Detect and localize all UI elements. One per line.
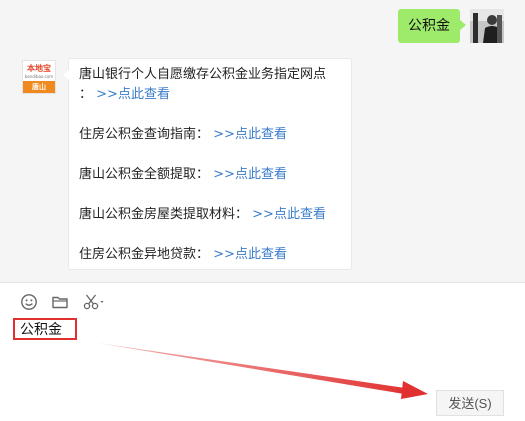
message-line-text: 住房公积金查询指南： xyxy=(79,127,210,142)
message-line-text: 唐山公积金全额提取： xyxy=(79,167,210,182)
incoming-message-bubble: 唐山银行个人自愿缴存公积金业务指定网点 ： >>点此查看 住房公积金查询指南： … xyxy=(63,58,352,270)
view-link[interactable]: >>点此查看 xyxy=(213,247,287,262)
view-link[interactable]: >>点此查看 xyxy=(252,207,326,222)
message-line-2: ： >>点此查看 xyxy=(79,85,170,105)
message-line-text: ： xyxy=(79,87,93,102)
avatar-photo-icon xyxy=(470,9,504,43)
folder-icon[interactable] xyxy=(51,293,69,311)
chat-history: 公积金 本地宝 bendibao.com 唐山 唐山银行个人自愿缴存公积金业务指… xyxy=(0,0,525,282)
message-line-text: 唐山公积金房屋类提取材料： xyxy=(79,207,249,222)
message-line-text: 唐山银行个人自愿缴存公积金业务指定网点 xyxy=(79,67,327,82)
outgoing-message-bubble[interactable]: 公积金 xyxy=(398,9,466,43)
message-line-5: 唐山公积金房屋类提取材料： >>点此查看 xyxy=(79,205,326,225)
outgoing-message-text: 公积金 xyxy=(408,18,450,34)
avatar-url-text: bendibao.com xyxy=(24,74,54,79)
avatar-city-text: 唐山 xyxy=(23,81,55,93)
scissors-icon[interactable] xyxy=(82,293,106,311)
self-avatar[interactable] xyxy=(470,9,504,43)
annotation-highlight-box xyxy=(13,318,77,340)
view-link[interactable]: >>点此查看 xyxy=(213,127,287,142)
emoji-icon[interactable] xyxy=(20,293,38,311)
official-account-avatar[interactable]: 本地宝 bendibao.com 唐山 xyxy=(22,60,56,94)
view-link[interactable]: >>点此查看 xyxy=(96,87,170,102)
view-link[interactable]: >>点此查看 xyxy=(213,167,287,182)
message-line-text: 住房公积金异地贷款： xyxy=(79,247,210,262)
message-line-6: 住房公积金异地贷款： >>点此查看 xyxy=(79,245,287,265)
message-line-4: 唐山公积金全额提取： >>点此查看 xyxy=(79,165,287,185)
message-input-area[interactable]: 公积金 发送(S) xyxy=(0,282,525,421)
send-button[interactable]: 发送(S) xyxy=(436,390,504,416)
message-line-1: 唐山银行个人自愿缴存公积金业务指定网点 xyxy=(79,65,326,85)
avatar-brand-text: 本地宝 xyxy=(27,64,51,73)
message-line-3: 住房公积金查询指南： >>点此查看 xyxy=(79,125,287,145)
